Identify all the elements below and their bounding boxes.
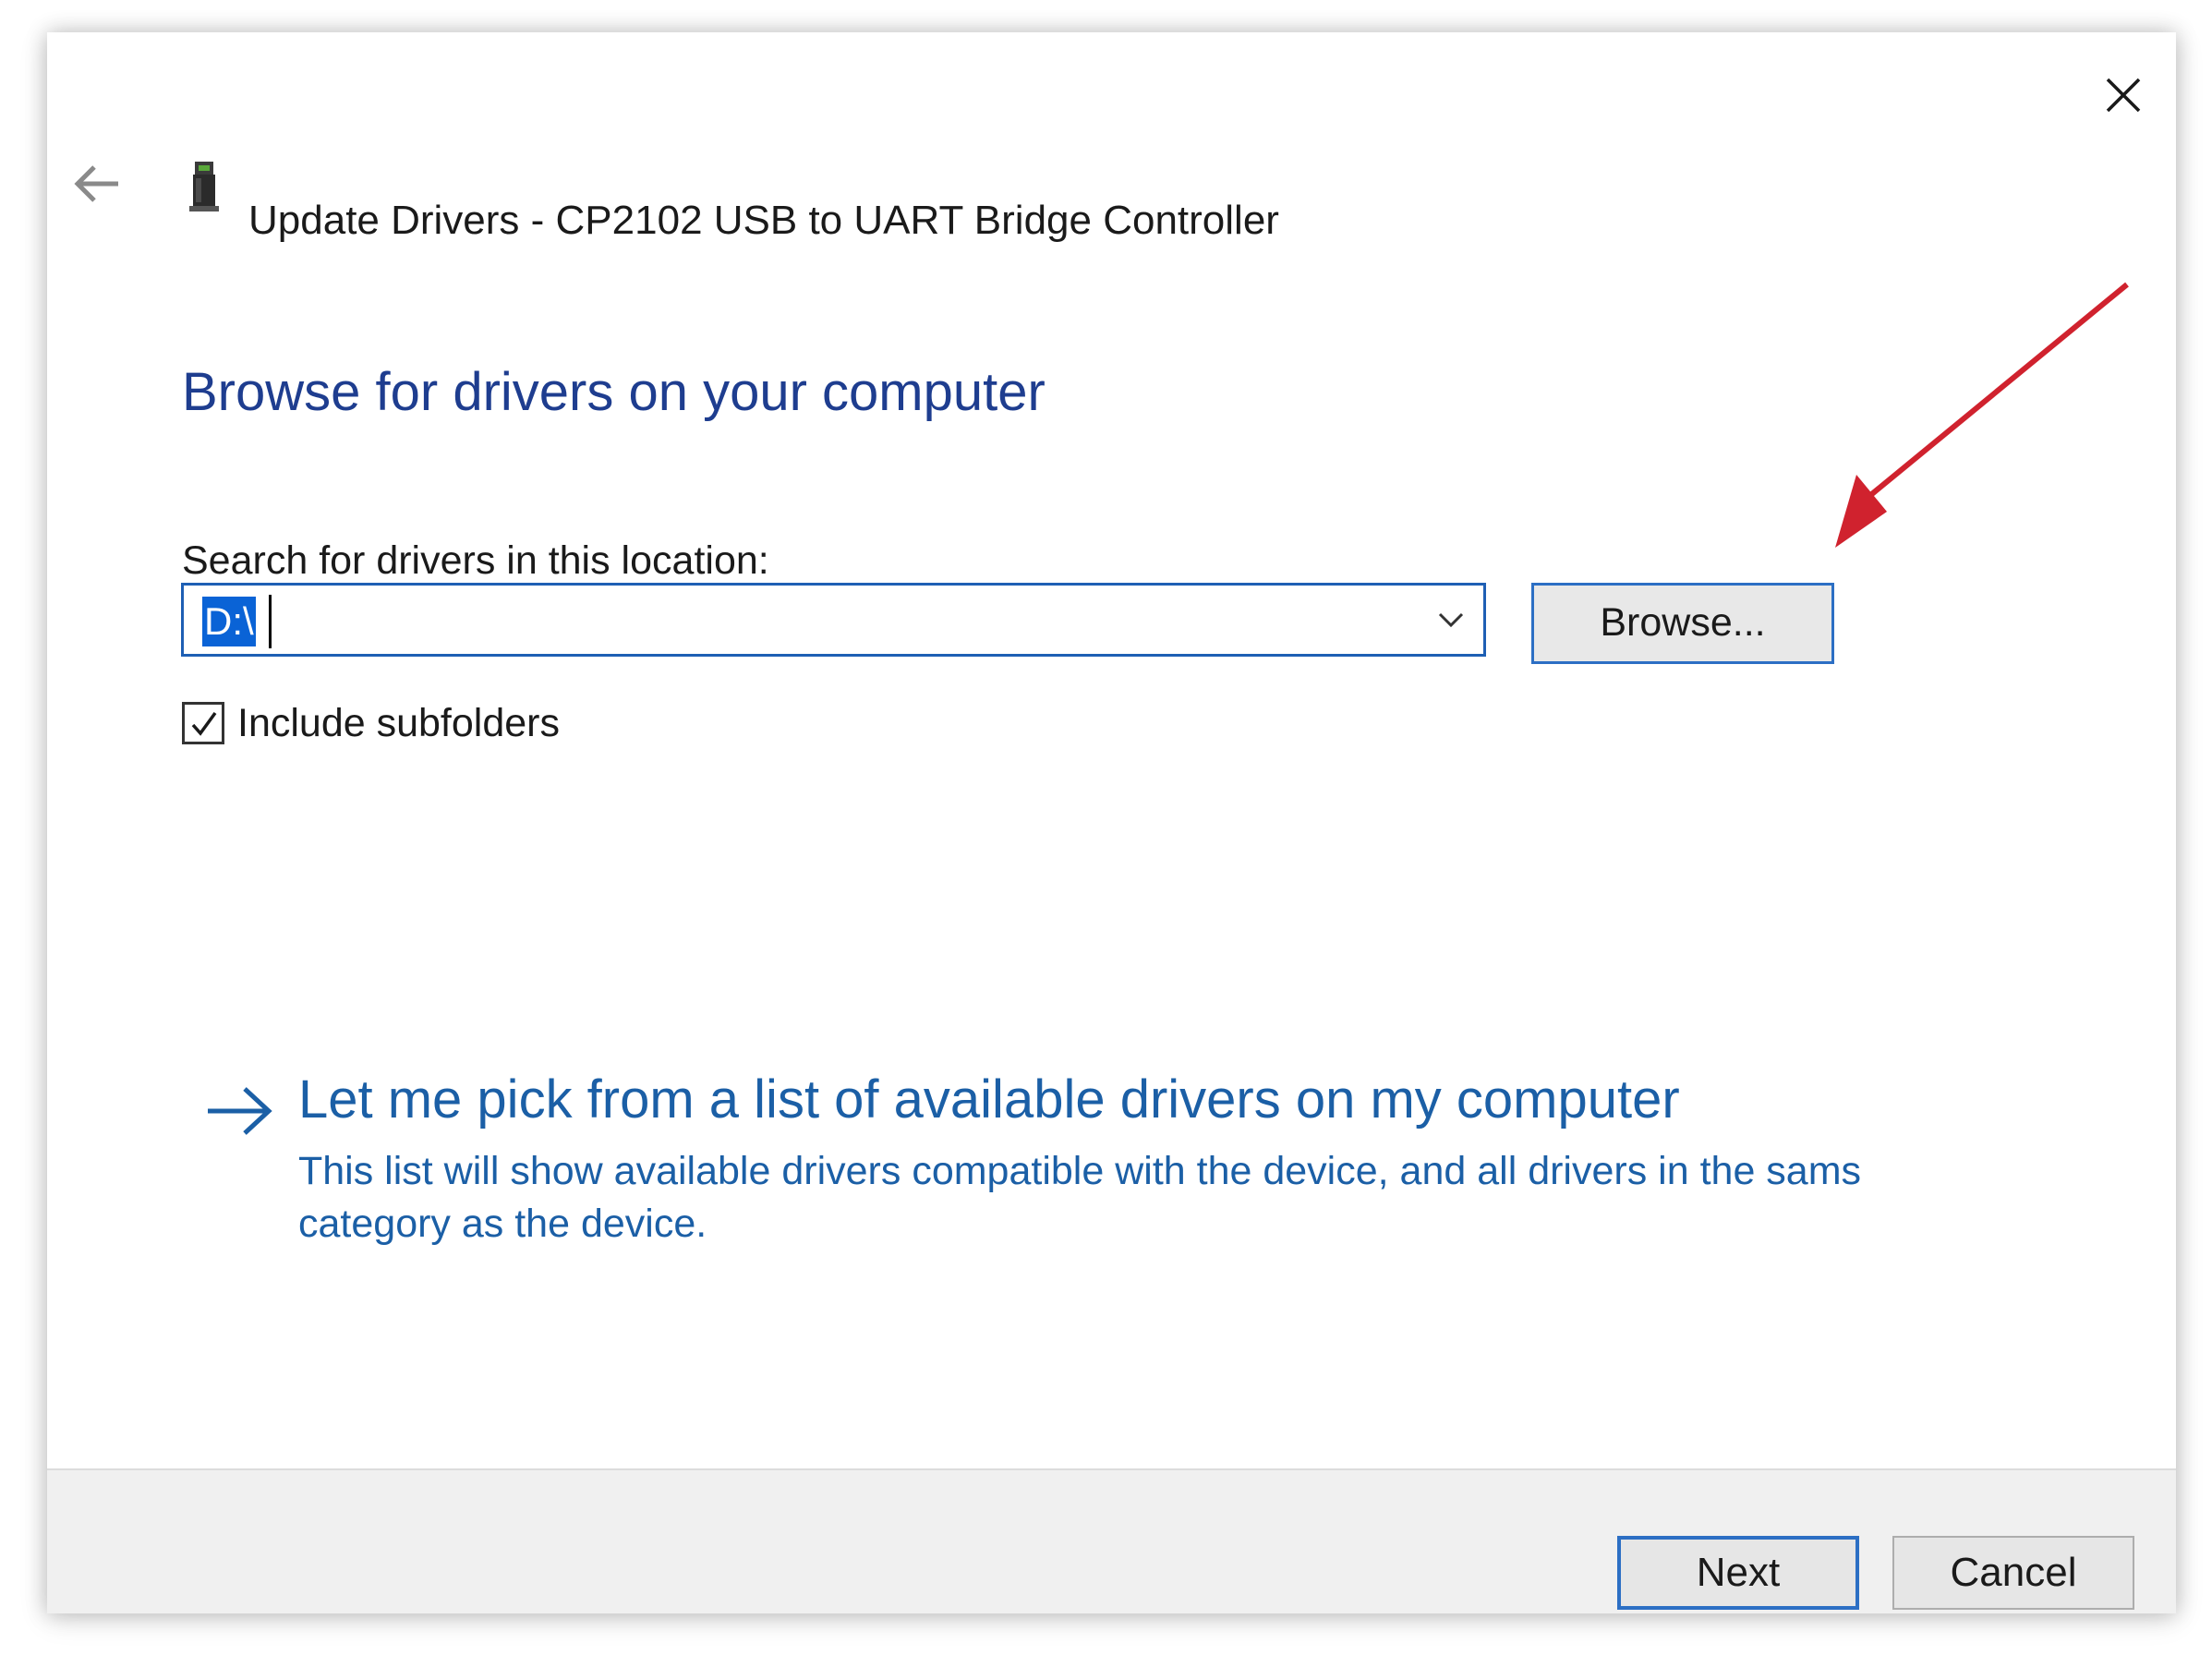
chevron-down-icon [1438,612,1464,628]
text-caret [269,595,272,648]
pick-from-list-description: This list will show available drivers co… [298,1149,1862,1246]
browse-button[interactable]: Browse... [1531,583,1834,664]
page-heading: Browse for drivers on your computer [182,362,1046,422]
close-button[interactable] [2079,51,2168,139]
update-drivers-dialog: Update Drivers - CP2102 USB to UART Brid… [47,32,2176,1613]
pick-from-list-title[interactable]: Let me pick from a list of available dri… [298,1069,1680,1131]
location-combobox[interactable]: D:\ [181,583,1486,657]
back-arrow-icon [74,165,118,202]
checkmark-icon [191,711,217,736]
screen: Update Drivers - CP2102 USB to UART Brid… [0,0,2212,1655]
cancel-button[interactable]: Cancel [1892,1536,2134,1610]
dialog-footer: Next Cancel [47,1468,2176,1613]
close-icon [2106,78,2141,113]
usb-device-icon [186,162,223,213]
include-subfolders-checkbox[interactable] [182,702,224,744]
red-pointer-arrow-icon [1835,282,2129,548]
include-subfolders-label[interactable]: Include subfolders [237,699,560,747]
next-button[interactable]: Next [1617,1536,1859,1610]
window-title: Update Drivers - CP2102 USB to UART Brid… [248,198,1279,243]
pick-from-list-option[interactable]: Let me pick from a list of available dri… [204,1048,1913,1270]
right-arrow-icon [208,1087,272,1135]
location-dropdown-button[interactable] [1431,602,1471,639]
back-button[interactable] [69,152,134,217]
search-location-label: Search for drivers in this location: [182,538,769,583]
location-input-value[interactable]: D:\ [202,597,256,646]
